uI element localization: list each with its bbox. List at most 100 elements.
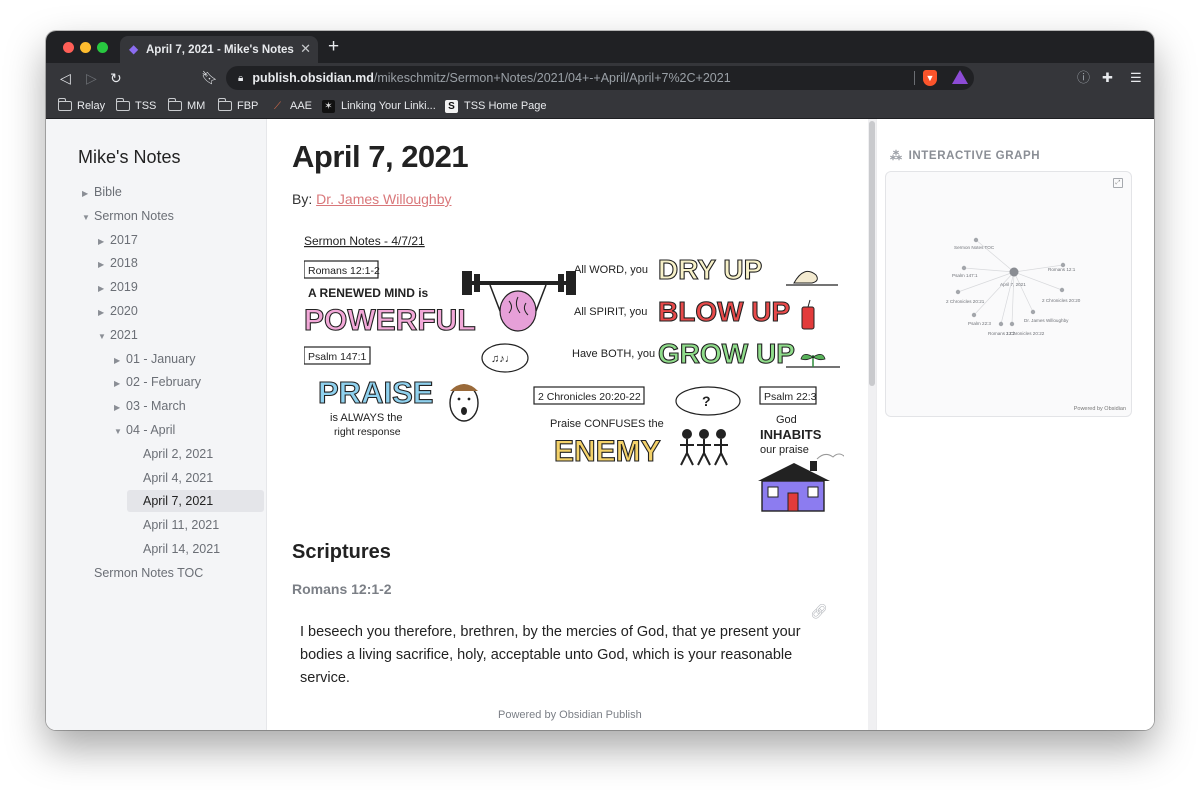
new-tab-button[interactable]: + [328,37,339,56]
page-title: April 7, 2021 [292,139,469,174]
sidebar-item-2021[interactable]: ▼ 2021 [98,324,138,346]
caret-down-icon[interactable]: ▼ [98,326,108,348]
bookmark-icon[interactable]: 🔖︎ [201,68,218,88]
caret-right-icon[interactable]: ▶ [114,397,124,419]
bookmark-fbp[interactable]: FBP [217,97,258,115]
graph-canvas[interactable]: Sermon Notes TOC Psalm 147:1 April 7, 2021… [886,172,1133,418]
caret-down-icon[interactable]: ▼ [114,421,124,443]
bookmark-lyt[interactable]: ✶ Linking Your Linki... [322,97,436,115]
caret-down-icon[interactable]: ▼ [82,207,92,229]
caret-right-icon[interactable]: ▶ [82,183,92,205]
menu-icon[interactable]: ☰ [1130,69,1142,87]
url-path: /mikeschmitz/Sermon+Notes/2021/04+-+Apri… [373,71,731,85]
sidebar-item-april-7-2021[interactable]: April 7, 2021 [127,490,264,513]
sketch-blow-up: BLOW UP [658,296,790,327]
bookmark-tss[interactable]: TSS [115,97,156,115]
graph-node[interactable] [1009,267,1019,277]
sidebar-item-label: 01 - January [126,351,196,366]
bookmarks-bar: Relay TSS MM FBP ⟋ AAE ✶ Linking Your Link… [46,93,1154,119]
graph-node[interactable] [1009,321,1015,327]
caret-right-icon[interactable]: ▶ [114,373,124,395]
tab-close-icon[interactable]: ✕ [300,41,311,57]
link-icon[interactable]: 🔗︎ [810,603,828,620]
bookmark-mm[interactable]: MM [167,97,205,115]
caret-right-icon[interactable]: ▶ [98,254,108,276]
minimize-window-button[interactable] [80,42,91,53]
graph-node[interactable] [973,237,979,243]
sketch-question: ? [702,393,711,409]
dynamite-icon [801,299,815,330]
sidebar-item-01-january[interactable]: ▶ 01 - January [114,348,195,370]
sketch-grow-up: GROW UP [658,338,795,369]
brain-lifting-icon [462,271,576,332]
sidebar-item-label: April 14, 2021 [143,542,221,556]
browser-tab-active[interactable]: ◆ April 7, 2021 - Mike's Notes - O ✕ [120,36,318,63]
sidebar-item-2019[interactable]: ▶ 2019 [98,276,138,298]
sidebar-item-label: 02 - February [126,375,202,390]
sidebar-item-02-february[interactable]: ▶ 02 - February [114,371,201,393]
caret-right-icon[interactable]: ▶ [98,278,108,300]
bookmark-relay[interactable]: Relay [57,97,106,115]
caret-right-icon[interactable]: ▶ [98,231,108,253]
dried-plant-icon [786,270,838,286]
address-bar[interactable]: 🔒︎ publish.obsidian.md/mikeschmitz/Sermo… [226,66,974,90]
bookmark-label: Linking Your Linki... [341,100,436,112]
interactive-graph[interactable]: ⤢ Sermon Notes TOC Psalm 147:1 April 7, 20… [885,171,1132,417]
reload-icon[interactable]: ↻ [110,68,122,88]
graph-node[interactable] [1030,309,1036,315]
close-window-button[interactable] [63,42,74,53]
zoom-window-button[interactable] [97,42,108,53]
graph-node[interactable] [955,289,961,295]
caret-right-icon[interactable]: ▶ [98,302,108,324]
graph-node[interactable] [998,321,1004,327]
sidebar-item-04-april[interactable]: ▼ 04 - April [114,419,175,441]
graph-node-label: Romans 12:1 [1048,267,1076,272]
bookmark-label: AAE [290,100,313,112]
graph-node-label: 2 Chronicles 20:20 [1042,298,1081,303]
sidebar-item-bible[interactable]: ▶ Bible [82,181,122,203]
sidebar-item-label: April 4, 2021 [143,470,214,485]
confused-people-icon: ? [675,386,741,466]
byline: By: Dr. James Willoughby [292,191,452,207]
caret-right-icon[interactable]: ▶ [114,350,124,372]
author-link[interactable]: Dr. James Willoughby [316,191,451,207]
bookmark-tss-home[interactable]: S TSS Home Page [445,97,547,115]
sidebar-item-2020[interactable]: ▶ 2020 [98,300,138,322]
scrollbar-thumb[interactable] [869,121,875,386]
extensions-puzzle-icon[interactable]: ✚ [1102,69,1113,87]
graph-node-label: Psalm 147:1 [952,273,978,278]
bookmark-aae[interactable]: ⟋ AAE [271,97,312,115]
rewards-triangle-icon[interactable] [952,70,968,84]
graph-node[interactable] [961,265,967,271]
sidebar-item-april-4-2021[interactable]: April 4, 2021 [143,467,213,489]
sketch-powerful: POWERFUL [304,304,476,337]
site-title[interactable]: Mike's Notes [78,147,180,168]
sidebar-item-sermon-notes-toc[interactable]: Sermon Notes TOC [94,562,203,584]
sketch-spirit: All SPIRIT, you [574,306,647,318]
graph-node-label: Dr. James Willoughby [1024,318,1069,323]
graph-node[interactable] [1059,287,1065,293]
sidebar-item-2018[interactable]: ▶ 2018 [98,252,138,274]
sidebar-item-label: 03 - March [126,399,186,414]
sketch-header: Sermon Notes - 4/7/21 [304,234,425,248]
info-icon[interactable]: ⓘ [1077,69,1090,87]
graph-node-label: 2 Chronicles 20:21 [946,299,985,304]
sidebar-item-april-11-2021[interactable]: April 11, 2021 [143,514,219,536]
bookmark-label: Relay [77,100,106,112]
graph-node[interactable] [971,312,977,318]
sidebar-item-sermon-notes[interactable]: ▼ Sermon Notes [82,205,174,227]
expand-icon[interactable]: ⤢ [1113,178,1123,188]
powered-by-footer[interactable]: Powered by Obsidian Publish [498,709,642,721]
forward-arrow-icon[interactable]: ▷ [86,68,97,88]
sketch-god: God [776,414,797,426]
brave-shield-icon[interactable]: ▼ [923,70,937,86]
graph-node-label: April 7, 2021 [1000,282,1026,287]
back-arrow-icon[interactable]: ◁ [60,68,71,88]
sidebar-item-03-march[interactable]: ▶ 03 - March [114,395,186,417]
sidebar-item-label: 2019 [110,280,138,295]
page-content: Mike's Notes ▶ Bible ▼ Sermon Notes ▶ 2017 ▶ 20… [46,119,1154,730]
sketch-confuses: Praise CONFUSES the [550,418,664,430]
sidebar-item-april-14-2021[interactable]: April 14, 2021 [143,538,220,560]
sidebar-item-2017[interactable]: ▶ 2017 [98,229,138,251]
sidebar-item-april-2-2021[interactable]: April 2, 2021 [143,443,213,465]
